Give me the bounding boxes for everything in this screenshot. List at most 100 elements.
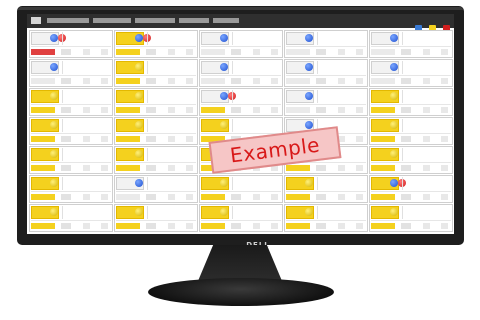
app-logo[interactable]: [31, 17, 41, 24]
tile-cell: [116, 136, 140, 142]
tile-cell: [31, 223, 55, 229]
toolbar-item[interactable]: [47, 18, 89, 23]
tile-cell: [61, 194, 71, 200]
tile-cell: [423, 49, 430, 55]
station-tile[interactable]: [284, 175, 368, 203]
tile-row: [371, 46, 451, 58]
station-tile[interactable]: [199, 88, 283, 116]
tile-cells: [402, 90, 453, 103]
tile-cell: [401, 78, 411, 84]
tile-cells: [147, 90, 198, 103]
tile-cell: [168, 78, 175, 84]
tile-cell: [116, 107, 140, 113]
tile-cell: [356, 194, 363, 200]
tile-cell: [31, 165, 55, 171]
tile-cell: [338, 194, 345, 200]
station-tile[interactable]: [199, 204, 283, 232]
tile-cell: [286, 165, 310, 171]
station-tile[interactable]: [29, 117, 113, 145]
station-tile[interactable]: [199, 30, 283, 58]
station-tile[interactable]: [284, 30, 368, 58]
tile-cell: [231, 107, 241, 113]
tile-cell: [116, 165, 140, 171]
tile-cell: [356, 165, 363, 171]
monitor-bezel: Example DELL: [17, 6, 464, 249]
tile-cells: [232, 90, 283, 103]
tile-cells: [62, 206, 113, 219]
station-tile[interactable]: [369, 30, 453, 58]
tile-cell: [116, 49, 140, 55]
yellow-status-icon: [135, 121, 143, 129]
tile-cell: [286, 107, 310, 113]
tile-cell: [423, 223, 430, 229]
station-tile[interactable]: [114, 117, 198, 145]
tile-cell: [83, 223, 90, 229]
station-tile[interactable]: [369, 204, 453, 232]
station-tile[interactable]: [369, 59, 453, 87]
station-tile[interactable]: [284, 88, 368, 116]
tile-cell: [338, 49, 345, 55]
tile-cell: [61, 78, 71, 84]
tile-cell: [168, 136, 175, 142]
station-tile[interactable]: [29, 146, 113, 174]
tile-row: [116, 46, 196, 58]
tile-cell: [83, 165, 90, 171]
tile-cell: [101, 78, 108, 84]
tile-cells: [147, 119, 198, 132]
tile-cell: [356, 107, 363, 113]
tile-row: [371, 104, 451, 116]
tile-cell: [146, 165, 156, 171]
yellow-status-icon: [220, 179, 228, 187]
tile-cells: [62, 61, 113, 74]
toolbar-item[interactable]: [93, 18, 131, 23]
station-tile[interactable]: [114, 204, 198, 232]
station-tile[interactable]: [114, 146, 198, 174]
tile-cell: [441, 107, 448, 113]
tile-cell: [83, 49, 90, 55]
tile-cell: [146, 107, 156, 113]
tile-cells: [62, 90, 113, 103]
tile-row: [371, 191, 451, 203]
station-tile[interactable]: [29, 175, 113, 203]
station-tile[interactable]: [369, 175, 453, 203]
station-tile[interactable]: [29, 59, 113, 87]
tile-cell: [168, 194, 175, 200]
tile-cell: [401, 49, 411, 55]
yellow-status-icon: [390, 92, 398, 100]
tile-cell: [83, 107, 90, 113]
station-tile[interactable]: [369, 88, 453, 116]
tile-row: [116, 162, 196, 174]
station-tile[interactable]: [369, 146, 453, 174]
blue-status-icon: [305, 92, 313, 100]
tile-cell: [271, 49, 278, 55]
tile-cell: [146, 194, 156, 200]
tile-cell: [423, 107, 430, 113]
tile-cell: [316, 78, 326, 84]
station-tile[interactable]: [114, 30, 198, 58]
tile-row: [371, 162, 451, 174]
tile-cell: [423, 136, 430, 142]
toolbar-item[interactable]: [179, 18, 209, 23]
tile-cell: [61, 165, 71, 171]
tile-cell: [441, 165, 448, 171]
station-tile[interactable]: [284, 59, 368, 87]
station-tile[interactable]: [284, 204, 368, 232]
station-tile[interactable]: [199, 175, 283, 203]
toolbar-item[interactable]: [213, 18, 239, 23]
station-tile[interactable]: [369, 117, 453, 145]
toolbar-item[interactable]: [135, 18, 175, 23]
yellow-status-icon: [305, 179, 313, 187]
tile-cell: [356, 49, 363, 55]
station-tile[interactable]: [29, 30, 113, 58]
station-tile[interactable]: [199, 59, 283, 87]
yellow-status-icon: [50, 179, 58, 187]
tile-cell: [168, 107, 175, 113]
tile-cell: [168, 165, 175, 171]
yellow-status-icon: [50, 121, 58, 129]
station-tile[interactable]: [114, 175, 198, 203]
station-tile[interactable]: [29, 88, 113, 116]
station-tile[interactable]: [114, 59, 198, 87]
station-tile[interactable]: [29, 204, 113, 232]
station-tile[interactable]: [114, 88, 198, 116]
tile-cell: [401, 165, 411, 171]
